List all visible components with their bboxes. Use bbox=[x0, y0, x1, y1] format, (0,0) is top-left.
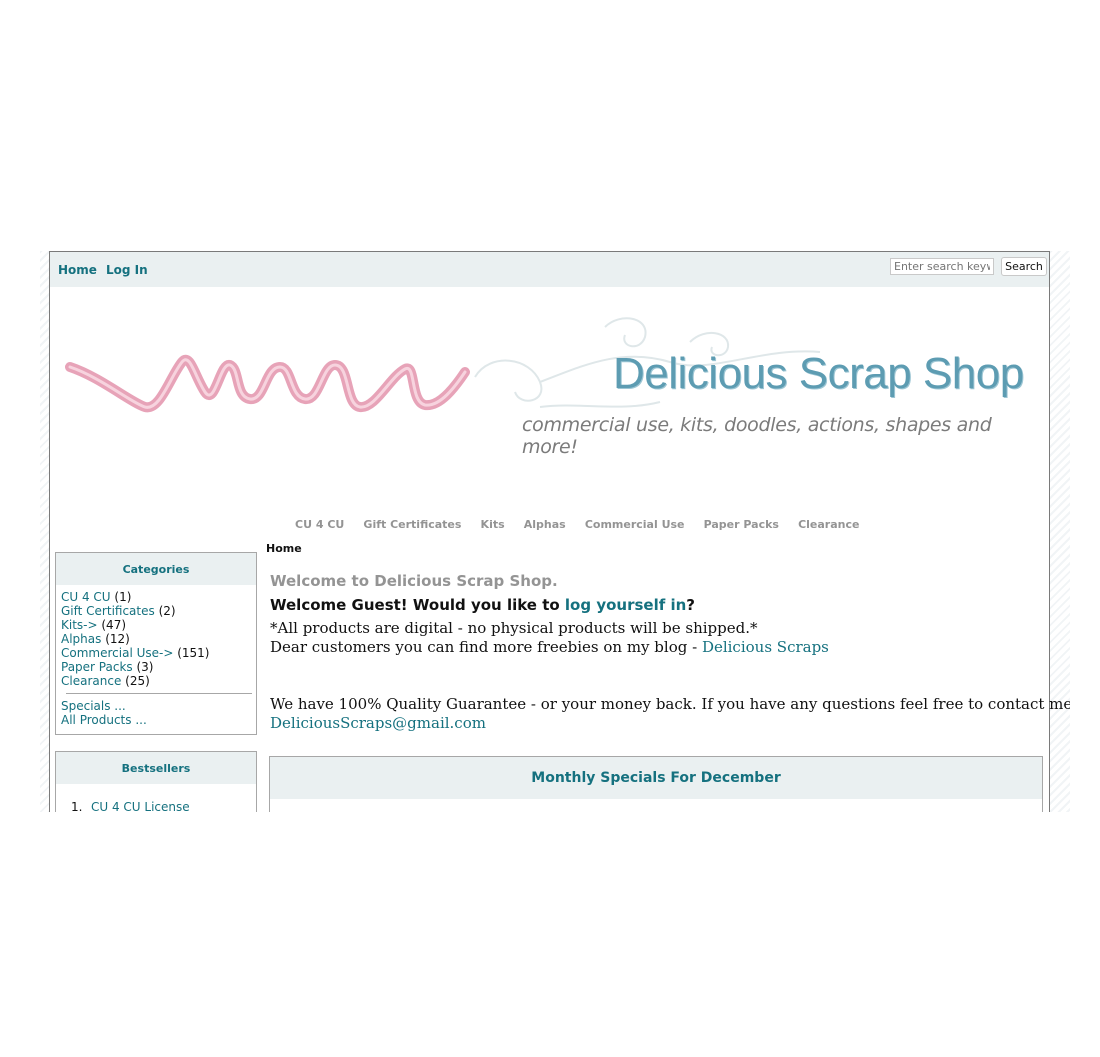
categories-box: Categories CU 4 CU (1) Gift Certificates… bbox=[55, 552, 257, 735]
category-item: Gift Certificates (2) bbox=[61, 604, 256, 618]
category-link[interactable]: Alphas bbox=[61, 632, 101, 646]
catnav-commercial-use[interactable]: Commercial Use bbox=[585, 518, 685, 531]
catnav-gift-certificates[interactable]: Gift Certificates bbox=[363, 518, 461, 531]
category-count: (12) bbox=[105, 632, 130, 646]
guest-greeting: Welcome Guest! Would you like to log you… bbox=[270, 596, 695, 614]
categories-heading: Categories bbox=[56, 553, 256, 585]
category-link[interactable]: CU 4 CU bbox=[61, 590, 111, 604]
category-count: (47) bbox=[101, 618, 127, 632]
catnav-clearance[interactable]: Clearance bbox=[798, 518, 859, 531]
category-link[interactable]: Kits-> bbox=[61, 618, 98, 632]
category-link[interactable]: Gift Certificates bbox=[61, 604, 155, 618]
categories-list: CU 4 CU (1) Gift Certificates (2) Kits->… bbox=[61, 590, 256, 727]
bestsellers-list: 1. CU 4 CU License bbox=[71, 800, 256, 812]
category-link[interactable]: Clearance bbox=[61, 674, 121, 688]
search-button[interactable]: Search bbox=[1001, 257, 1047, 276]
search-input[interactable] bbox=[890, 258, 994, 275]
category-item: Alphas (12) bbox=[61, 632, 256, 646]
page-frame: Home Log In Search Delicious Scrap bbox=[40, 251, 1070, 812]
login-link[interactable]: Log In bbox=[106, 263, 148, 277]
site-title[interactable]: Delicious Scrap Shop bbox=[613, 349, 1024, 399]
category-nav: CU 4 CU Gift Certificates Kits Alphas Co… bbox=[295, 513, 873, 532]
category-link[interactable]: Paper Packs bbox=[61, 660, 133, 674]
bestseller-link[interactable]: CU 4 CU License bbox=[91, 800, 190, 812]
digital-notice: *All products are digital - no physical … bbox=[270, 619, 758, 637]
category-count: (151) bbox=[177, 646, 210, 660]
catnav-kits[interactable]: Kits bbox=[481, 518, 505, 531]
blog-line: Dear customers you can find more freebie… bbox=[270, 638, 829, 656]
category-count: (3) bbox=[136, 660, 154, 674]
category-link[interactable]: Commercial Use-> bbox=[61, 646, 173, 660]
catnav-cu4cu[interactable]: CU 4 CU bbox=[295, 518, 344, 531]
categories-divider bbox=[66, 693, 252, 694]
category-item: Kits-> (47) bbox=[61, 618, 256, 632]
greeting-text: Welcome Guest! Would you like to bbox=[270, 596, 565, 614]
top-bar: Home Log In Search bbox=[50, 252, 1049, 287]
category-count: (1) bbox=[114, 590, 132, 604]
site-tagline: commercial use, kits, doodles, actions, … bbox=[522, 414, 992, 458]
specials-link[interactable]: Specials ... bbox=[61, 699, 126, 713]
category-count: (2) bbox=[158, 604, 176, 618]
category-item: Paper Packs (3) bbox=[61, 660, 256, 674]
monthly-specials-box: Monthly Specials For December bbox=[269, 756, 1043, 812]
category-item: Commercial Use-> (151) bbox=[61, 646, 256, 660]
catnav-alphas[interactable]: Alphas bbox=[524, 518, 566, 531]
home-link[interactable]: Home bbox=[58, 263, 97, 277]
bestsellers-box: Bestsellers 1. CU 4 CU License bbox=[55, 751, 257, 812]
breadcrumb: Home bbox=[266, 542, 302, 555]
blog-link[interactable]: Delicious Scraps bbox=[702, 638, 829, 656]
blog-text: Dear customers you can find more freebie… bbox=[270, 638, 702, 656]
category-item: Specials ... bbox=[61, 699, 256, 713]
catnav-paper-packs[interactable]: Paper Packs bbox=[704, 518, 779, 531]
category-item: All Products ... bbox=[61, 713, 256, 727]
email-line: DeliciousScraps@gmail.com bbox=[270, 714, 486, 732]
monthly-specials-heading: Monthly Specials For December bbox=[270, 757, 1042, 799]
bestseller-rank: 1. bbox=[71, 800, 83, 812]
login-prompt-link[interactable]: log yourself in bbox=[565, 596, 686, 614]
page-container: Home Log In Search Delicious Scrap bbox=[49, 251, 1070, 812]
welcome-heading: Welcome to Delicious Scrap Shop. bbox=[270, 572, 558, 590]
all-products-link[interactable]: All Products ... bbox=[61, 713, 147, 727]
greeting-end: ? bbox=[686, 596, 695, 614]
category-item: Clearance (25) bbox=[61, 674, 256, 688]
category-count: (25) bbox=[125, 674, 150, 688]
bestsellers-heading: Bestsellers bbox=[56, 752, 256, 784]
bestseller-item: 1. CU 4 CU License bbox=[71, 800, 256, 812]
guarantee-text: We have 100% Quality Guarantee - or your… bbox=[270, 695, 1070, 713]
email-link[interactable]: DeliciousScraps@gmail.com bbox=[270, 714, 486, 732]
category-item: CU 4 CU (1) bbox=[61, 590, 256, 604]
